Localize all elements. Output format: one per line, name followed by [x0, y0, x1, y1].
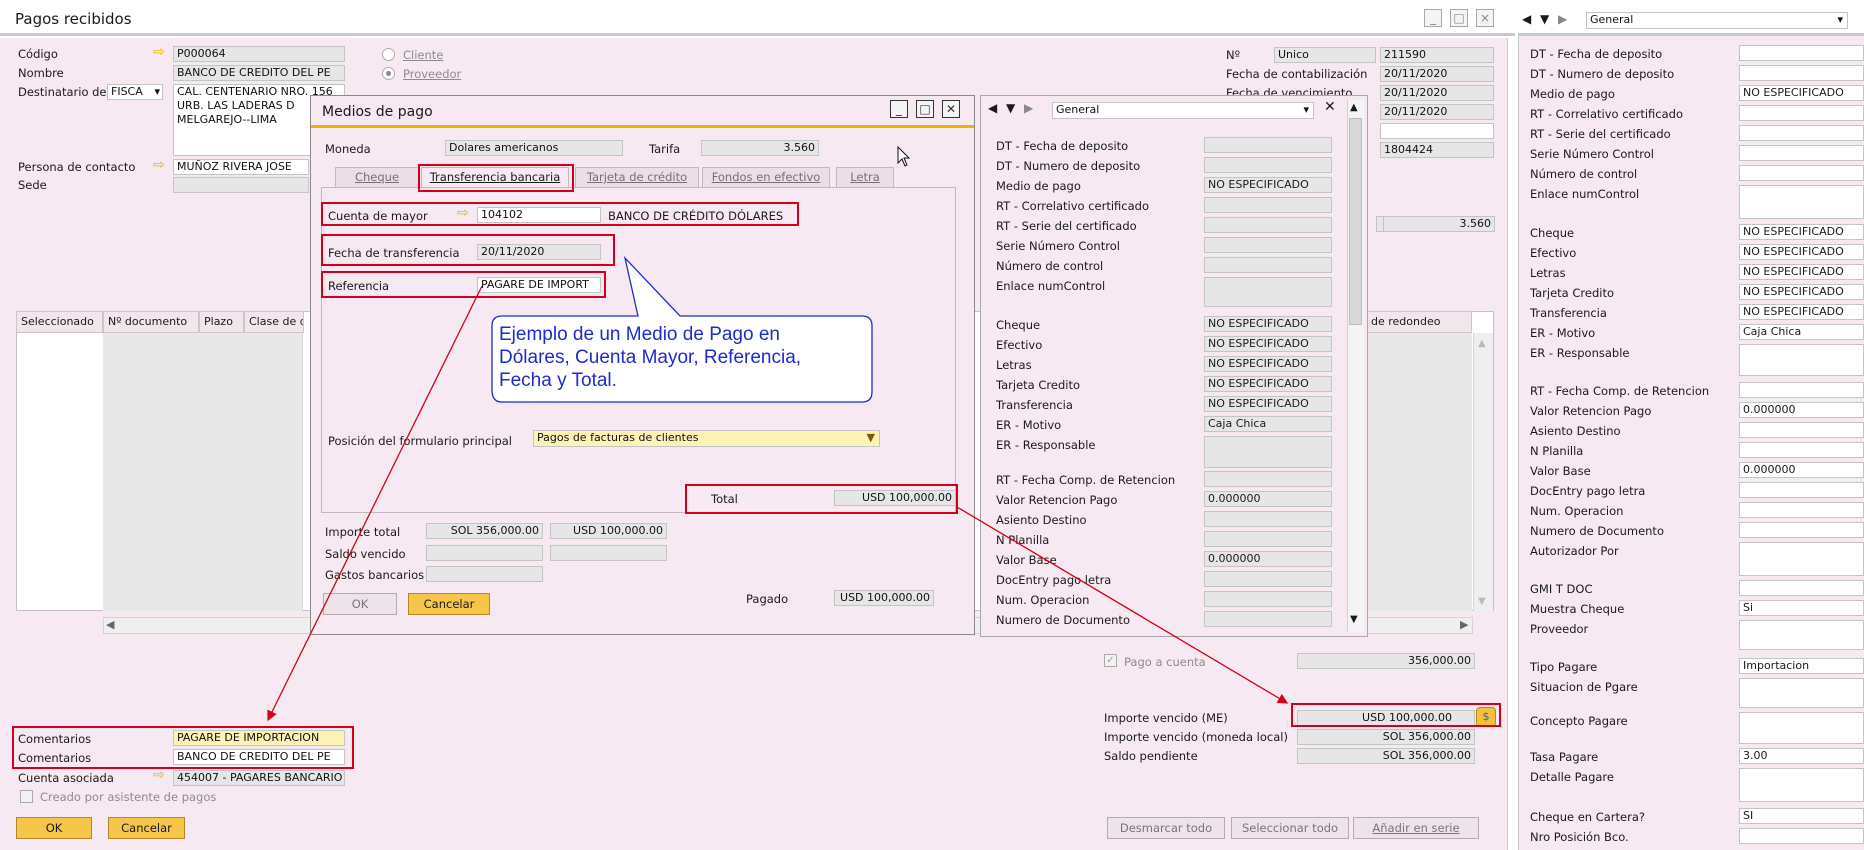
right-label-2: Medio de pago — [1530, 87, 1615, 101]
right-nav-down-icon[interactable]: ▼ — [1540, 12, 1549, 26]
right-label-29: Concepto Pagare — [1530, 714, 1628, 728]
right-field-12[interactable]: NO ESPECIFICADO — [1739, 304, 1864, 320]
right-label-22: Numero de Documento — [1530, 524, 1664, 538]
right-label-15: RT - Fecha Comp. de Retencion — [1530, 384, 1710, 398]
right-field-32[interactable]: SI — [1739, 808, 1864, 824]
right-field-13[interactable]: Caja Chica — [1739, 324, 1864, 340]
right-field-25[interactable]: Si — [1739, 600, 1864, 616]
right-field-4[interactable] — [1739, 125, 1864, 141]
right-field-3[interactable] — [1739, 105, 1864, 121]
right-label-18: N Planilla — [1530, 444, 1584, 458]
right-label-24: GMI T DOC — [1530, 582, 1593, 596]
right-category-select[interactable]: General ▾ — [1586, 12, 1848, 29]
annotation-arrows — [267, 285, 1289, 722]
right-nav-prev-icon[interactable]: ◀ — [1522, 12, 1531, 26]
right-label-17: Asiento Destino — [1530, 424, 1621, 438]
right-label-6: Número de control — [1530, 167, 1638, 181]
right-nav-next-icon[interactable]: ▶ — [1558, 12, 1567, 26]
right-field-29[interactable] — [1739, 712, 1864, 744]
right-label-9: Efectivo — [1530, 246, 1577, 260]
right-field-1[interactable] — [1739, 65, 1864, 81]
right-label-33: Nro Posición Bco. — [1530, 830, 1629, 844]
right-label-21: Num. Operacion — [1530, 504, 1624, 518]
right-label-14: ER - Responsable — [1530, 346, 1630, 360]
right-label-27: Tipo Pagare — [1530, 660, 1598, 674]
right-label-32: Cheque en Cartera? — [1530, 810, 1645, 824]
right-label-3: RT - Correlativo certificado — [1530, 107, 1684, 121]
right-field-5[interactable] — [1739, 145, 1864, 161]
right-label-5: Serie Número Control — [1530, 147, 1654, 161]
right-label-13: ER - Motivo — [1530, 326, 1596, 340]
right-field-16[interactable]: 0.000000 — [1739, 402, 1864, 418]
right-field-9[interactable]: NO ESPECIFICADO — [1739, 244, 1864, 260]
right-label-0: DT - Fecha de deposito — [1530, 47, 1663, 61]
right-label-23: Autorizador Por — [1530, 544, 1619, 558]
right-label-7: Enlace numControl — [1530, 187, 1640, 201]
right-label-10: Letras — [1530, 266, 1566, 280]
right-label-25: Muestra Cheque — [1530, 602, 1625, 616]
right-label-19: Valor Base — [1530, 464, 1591, 478]
right-field-7[interactable] — [1739, 185, 1864, 219]
right-field-26[interactable] — [1739, 620, 1864, 650]
right-label-11: Tarjeta Credito — [1530, 286, 1614, 300]
right-field-18[interactable] — [1739, 442, 1864, 458]
right-field-33[interactable] — [1739, 828, 1864, 844]
right-label-28: Situacion de Pgare — [1530, 680, 1638, 694]
right-field-24[interactable] — [1739, 580, 1864, 596]
right-field-23[interactable] — [1739, 542, 1864, 576]
right-field-6[interactable] — [1739, 165, 1864, 181]
right-category-value: General — [1590, 13, 1634, 26]
right-field-20[interactable] — [1739, 482, 1864, 498]
right-field-0[interactable] — [1739, 45, 1864, 61]
right-field-10[interactable]: NO ESPECIFICADO — [1739, 264, 1864, 280]
right-label-20: DocEntry pago letra — [1530, 484, 1646, 498]
right-label-30: Tasa Pagare — [1530, 750, 1599, 764]
right-field-21[interactable] — [1739, 502, 1864, 518]
right-label-12: Transferencia — [1530, 306, 1607, 320]
right-label-16: Valor Retencion Pago — [1530, 404, 1652, 418]
chevron-down-icon: ▾ — [1837, 13, 1843, 26]
right-field-30[interactable]: 3.00 — [1739, 748, 1864, 764]
right-label-4: RT - Serie del certificado — [1530, 127, 1671, 141]
right-field-19[interactable]: 0.000000 — [1739, 462, 1864, 478]
right-field-2[interactable]: NO ESPECIFICADO — [1739, 85, 1864, 101]
right-field-8[interactable]: NO ESPECIFICADO — [1739, 224, 1864, 240]
right-field-27[interactable]: Importacion — [1739, 658, 1864, 674]
right-field-14[interactable] — [1739, 344, 1864, 376]
right-field-31[interactable] — [1739, 768, 1864, 802]
right-field-11[interactable]: NO ESPECIFICADO — [1739, 284, 1864, 300]
right-label-26: Proveedor — [1530, 622, 1589, 636]
right-field-17[interactable] — [1739, 422, 1864, 438]
right-label-1: DT - Numero de deposito — [1530, 67, 1675, 81]
right-field-22[interactable] — [1739, 522, 1864, 538]
right-label-31: Detalle Pagare — [1530, 770, 1614, 784]
right-field-15[interactable] — [1739, 382, 1864, 398]
right-field-28[interactable] — [1739, 678, 1864, 708]
right-label-8: Cheque — [1530, 226, 1575, 240]
